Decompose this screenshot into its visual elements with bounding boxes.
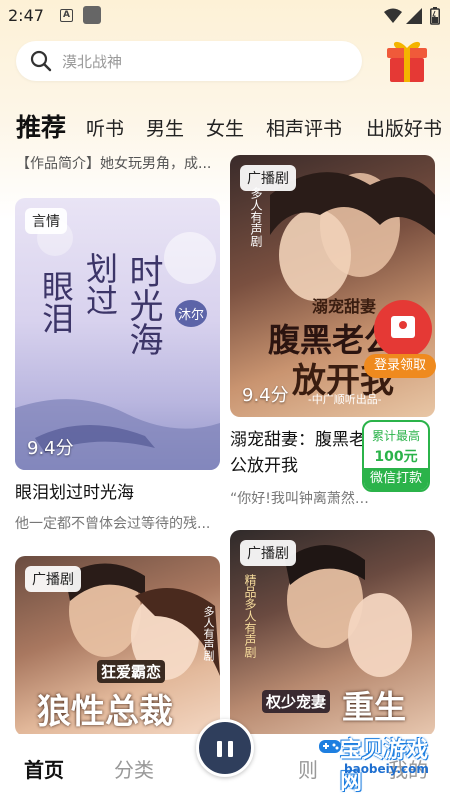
envelope-icon xyxy=(391,316,415,338)
search-placeholder: 漠北战神 xyxy=(62,53,123,71)
book-cover[interactable]: 广播剧 多人有声剧 狂爱霸恋 狼性总裁 xyxy=(15,556,220,736)
cover-side-label: 精品多人有声剧 xyxy=(243,574,257,658)
cover-title-left: 眼泪 xyxy=(37,270,75,334)
cover-subtitle: 狂爱霸恋 xyxy=(97,660,166,683)
tab-male[interactable]: 男生 xyxy=(146,114,184,141)
status-bar: 2:47 A xyxy=(0,0,450,32)
site-watermark: 宝贝游戏网 baobeiy.com xyxy=(318,730,444,795)
pause-icon xyxy=(228,741,233,757)
tab-female[interactable]: 女生 xyxy=(206,114,244,141)
signal-icon xyxy=(406,8,422,24)
rating-score: 9.4分 xyxy=(242,385,289,406)
nav-category[interactable]: 分类 xyxy=(114,754,154,783)
search-icon xyxy=(30,50,52,72)
book-cover[interactable]: 言情 眼泪 划过 时光海 沐尔 9.4分 xyxy=(15,198,220,470)
tab-published[interactable]: 出版好书 xyxy=(366,114,442,141)
battery-icon xyxy=(430,7,440,25)
status-time: 2:47 xyxy=(8,6,44,25)
genre-badge: 言情 xyxy=(25,208,67,234)
wechat-reward-line3: 微信打款 xyxy=(364,468,428,490)
wechat-reward-button[interactable]: 累计最高 100元 微信打款 xyxy=(362,420,430,492)
book-cover[interactable]: 广播剧 精品多人有声剧 权少宠妻 重生 xyxy=(230,530,435,736)
nav-home[interactable]: 首页 xyxy=(24,754,64,783)
watermark-url: baobeiy.com xyxy=(344,762,429,776)
tab-recommend[interactable]: 推荐 xyxy=(16,108,66,144)
gift-icon[interactable] xyxy=(384,36,430,84)
cover-side-label: 多人有声剧 xyxy=(202,606,215,661)
notification-square-icon xyxy=(83,6,101,24)
book-title[interactable]: 眼泪划过时光海 xyxy=(15,480,220,506)
login-reward-button[interactable]: 登录领取 xyxy=(364,300,436,380)
genre-badge: 广播剧 xyxy=(25,566,81,592)
book-title[interactable]: 溺宠甜妻：腹黑老公放开我 xyxy=(230,427,370,479)
notification-a-icon: A xyxy=(60,9,73,22)
audio-player-button[interactable] xyxy=(196,719,254,777)
tab-audiobook[interactable]: 听书 xyxy=(86,114,124,141)
wechat-reward-amount: 100元 xyxy=(374,449,418,465)
book-desc: 他一定都不曾体会过等待的残... xyxy=(15,516,211,532)
cover-side-label: 多人有声剧 xyxy=(249,187,263,247)
cover-artwork xyxy=(15,220,220,470)
pause-icon xyxy=(217,741,222,757)
wechat-reward-line1: 累计最高 xyxy=(371,429,420,443)
cover-author: 沐尔 xyxy=(175,300,208,327)
cover-title-mid: 划过 xyxy=(81,252,119,316)
intro-snippet: 【作品简介】她女玩男角，成... xyxy=(16,156,212,172)
cover-subtitle: 权少宠妻 xyxy=(262,690,331,713)
tab-crosstalk[interactable]: 相声评书 xyxy=(266,114,342,141)
gamepad-icon xyxy=(319,740,341,753)
search-input[interactable]: 漠北战神 xyxy=(16,41,362,81)
wifi-icon xyxy=(384,8,402,23)
genre-badge: 广播剧 xyxy=(240,540,296,566)
login-reward-label: 登录领取 xyxy=(364,354,436,378)
rating-score: 9.4分 xyxy=(27,438,74,459)
cover-title-right: 时光海 xyxy=(123,254,163,356)
cover-title: 狼性总裁 xyxy=(37,692,173,732)
book-desc: “你好!我叫钟离萧然，现担任... xyxy=(230,491,370,507)
cover-title: 重生 xyxy=(342,688,407,726)
nav-third[interactable]: 则 xyxy=(298,754,318,783)
cover-publisher: -中广顺听出品- xyxy=(308,393,382,406)
